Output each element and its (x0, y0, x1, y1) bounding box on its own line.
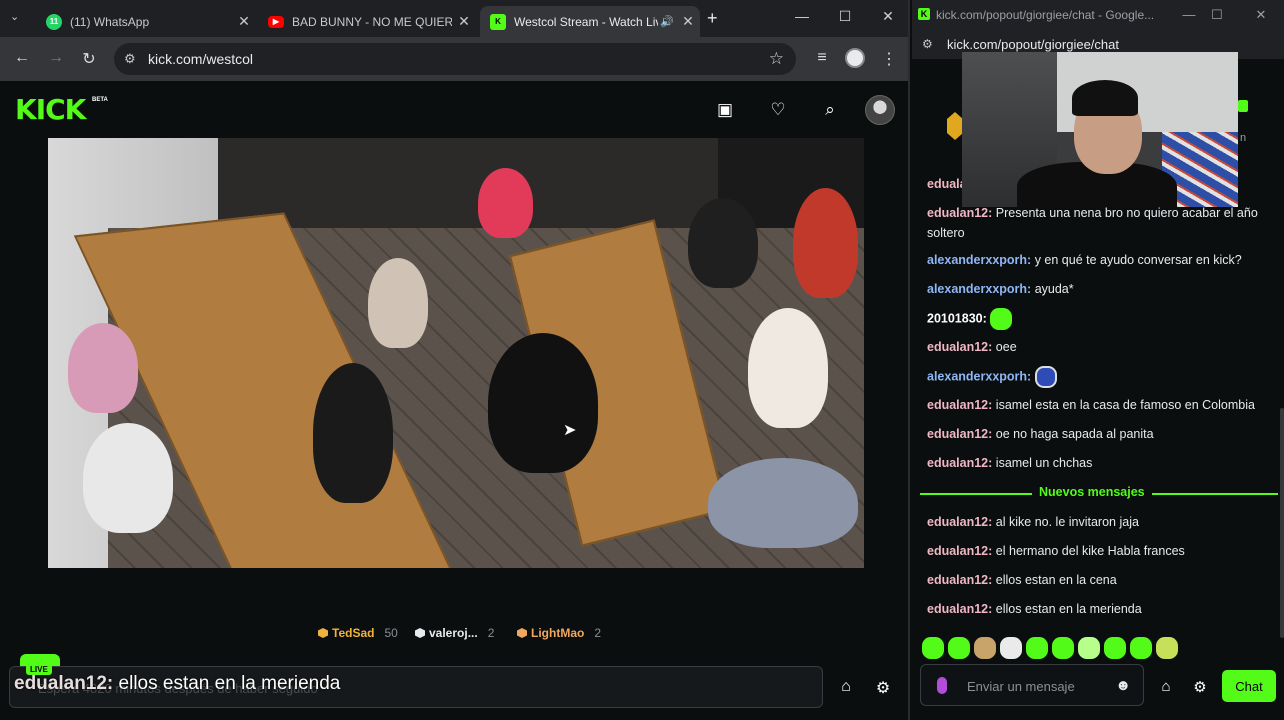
gift-hex-icon (318, 628, 328, 638)
minimize-icon[interactable]: — (1174, 7, 1204, 22)
mic-icon[interactable] (937, 677, 947, 694)
youtube-icon: ▶ (268, 15, 284, 28)
close-tab-icon[interactable]: ✕ (232, 13, 256, 30)
tab-bar: ⌄ 11 (11) WhatsApp ✕ ▶ BAD BUNNY - NO ME… (0, 0, 908, 37)
address-bar[interactable]: ⚙ kick.com/westcol ☆ (114, 43, 796, 75)
gifter-item[interactable]: valeroj... 2 (415, 626, 494, 640)
chat-send-button[interactable]: Chat (1222, 670, 1276, 702)
kick-logo[interactable]: KICK (15, 96, 86, 124)
gift-hex-icon (415, 628, 425, 638)
chat-message[interactable]: edualan12: el hermano del kike Habla fra… (927, 541, 1275, 561)
emoji-picker-icon[interactable]: ☻ (1115, 677, 1131, 694)
emote-icon[interactable] (1078, 637, 1100, 659)
site-info-icon[interactable]: ⚙ (124, 51, 136, 67)
site-info-icon[interactable]: ⚙ (922, 37, 933, 51)
chat-message[interactable]: edualan12: Presenta una nena bro no quie… (927, 203, 1275, 243)
green-ghost-emote-icon (990, 308, 1013, 330)
maximize-icon[interactable]: ☐ (1202, 7, 1232, 23)
stream-chat-input[interactable]: Espera 4820 minutos después de haber seg… (9, 666, 823, 708)
new-messages-divider: Nuevos mensajes (920, 484, 1278, 502)
emote-icon[interactable] (1104, 637, 1126, 659)
top-gifters: TedSad 50 valeroj... 2 LightMao 2 (0, 626, 908, 646)
browser-menu-icon[interactable]: ⋮ (878, 49, 900, 69)
heart-icon[interactable]: ♡ (767, 100, 789, 120)
close-window-icon[interactable]: ✕ (1246, 7, 1276, 23)
chat-message[interactable]: alexanderxxporh: y en qué te ayudo conve… (927, 250, 1275, 270)
new-tab-icon[interactable]: + (707, 8, 718, 29)
tab-youtube[interactable]: ▶ BAD BUNNY - NO ME QUIERO ✕ (258, 6, 476, 37)
close-tab-icon[interactable]: ✕ (452, 13, 476, 30)
minimize-icon[interactable]: — (782, 8, 822, 24)
store-icon[interactable]: ⌂ (1156, 678, 1176, 695)
chat-overlay-message: edualan12: ellos estan en la merienda (14, 673, 341, 694)
forward-icon[interactable]: → (45, 49, 67, 67)
bookmark-star-icon[interactable]: ☆ (769, 49, 784, 69)
chat-message[interactable]: edualan12: oe no haga sapada al panita (927, 424, 1275, 444)
emote-icon[interactable] (974, 637, 996, 659)
mouse-cursor-icon: ➤ (563, 422, 577, 439)
chat-popup-window: K kick.com/popout/giorgiee/chat - Google… (912, 0, 1284, 720)
user-avatar[interactable] (865, 95, 895, 125)
close-window-icon[interactable]: ✕ (868, 8, 908, 25)
chat-scrollbar[interactable] (1280, 408, 1284, 638)
stream-video[interactable]: ➤ (48, 138, 864, 568)
tab-search-icon[interactable]: ⌄ (10, 10, 19, 23)
chat-message[interactable]: edualan12: ellos estan en la merienda (927, 599, 1275, 619)
emote-icon[interactable] (1026, 637, 1048, 659)
gifter-item[interactable]: TedSad 50 (318, 626, 398, 640)
chat-settings-icon[interactable]: ⚙ (1190, 678, 1210, 696)
popup-title-bar: K kick.com/popout/giorgiee/chat - Google… (912, 0, 1284, 31)
chat-message-input[interactable]: Enviar un mensaje ☻ (920, 664, 1144, 706)
browser-window: ⌄ 11 (11) WhatsApp ✕ ▶ BAD BUNNY - NO ME… (0, 0, 910, 720)
kick-icon: K (490, 13, 506, 30)
gifter-item[interactable]: LightMao 2 (517, 626, 601, 640)
kick-header: KICK BETA ▣ ♡ ⌕ (0, 81, 908, 137)
chat-message[interactable]: 20101830: (927, 308, 1275, 330)
emote-icon[interactable] (922, 637, 944, 659)
profile-avatar[interactable] (845, 48, 865, 68)
chat-message[interactable]: edualan12: isamel un chchas (927, 453, 1275, 473)
whatsapp-icon: 11 (46, 13, 62, 30)
emote-icon[interactable] (1130, 637, 1152, 659)
search-icon[interactable]: ⌕ (819, 100, 841, 120)
emote-icon[interactable] (1000, 637, 1022, 659)
quick-emotes-bar (922, 637, 1192, 659)
badge-icon (947, 112, 963, 140)
emote-icon[interactable] (1052, 637, 1074, 659)
emote-icon[interactable] (1156, 637, 1178, 659)
emote-icon[interactable] (948, 637, 970, 659)
pinned-emote-icon (1238, 100, 1248, 112)
beta-label: BETA (92, 97, 108, 103)
clips-icon[interactable]: ▣ (714, 100, 736, 120)
chat-message[interactable]: edualan12: al kike no. le invitaron jaja (927, 512, 1275, 532)
reload-icon[interactable]: ↻ (78, 49, 100, 69)
maximize-icon[interactable]: ☐ (825, 8, 865, 25)
live-badge: LIVE (20, 654, 62, 675)
settings-gear-icon[interactable]: ⚙ (872, 678, 894, 698)
webcam-overlay (962, 52, 1238, 207)
media-controls-icon[interactable]: ≡ (811, 49, 833, 67)
blue-emote-icon (1034, 366, 1057, 388)
chat-message[interactable]: alexanderxxporh: ayuda* (927, 279, 1275, 299)
gift-hex-icon (517, 628, 527, 638)
close-tab-icon[interactable]: ✕ (676, 13, 700, 30)
chat-message[interactable]: edualan12: oee (927, 337, 1275, 357)
tab-whatsapp[interactable]: 11 (11) WhatsApp ✕ (36, 6, 256, 37)
chat-message[interactable]: edualan12: ellos estan en la cena (927, 570, 1275, 590)
browser-toolbar: ← → ↻ ⚙ kick.com/westcol ☆ ≡ ⋮ (0, 37, 908, 81)
kick-icon: K (918, 8, 930, 20)
tab-westcol[interactable]: K Westcol Stream - Watch Liv 🔊 ✕ (480, 6, 700, 37)
chat-message[interactable]: edualan12: isamel esta en la casa de fam… (927, 395, 1275, 415)
store-icon[interactable]: ⌂ (835, 678, 857, 696)
chat-message[interactable]: alexanderxxporh: (927, 366, 1275, 388)
audio-playing-icon[interactable]: 🔊 (660, 15, 674, 28)
back-icon[interactable]: ← (11, 49, 33, 67)
